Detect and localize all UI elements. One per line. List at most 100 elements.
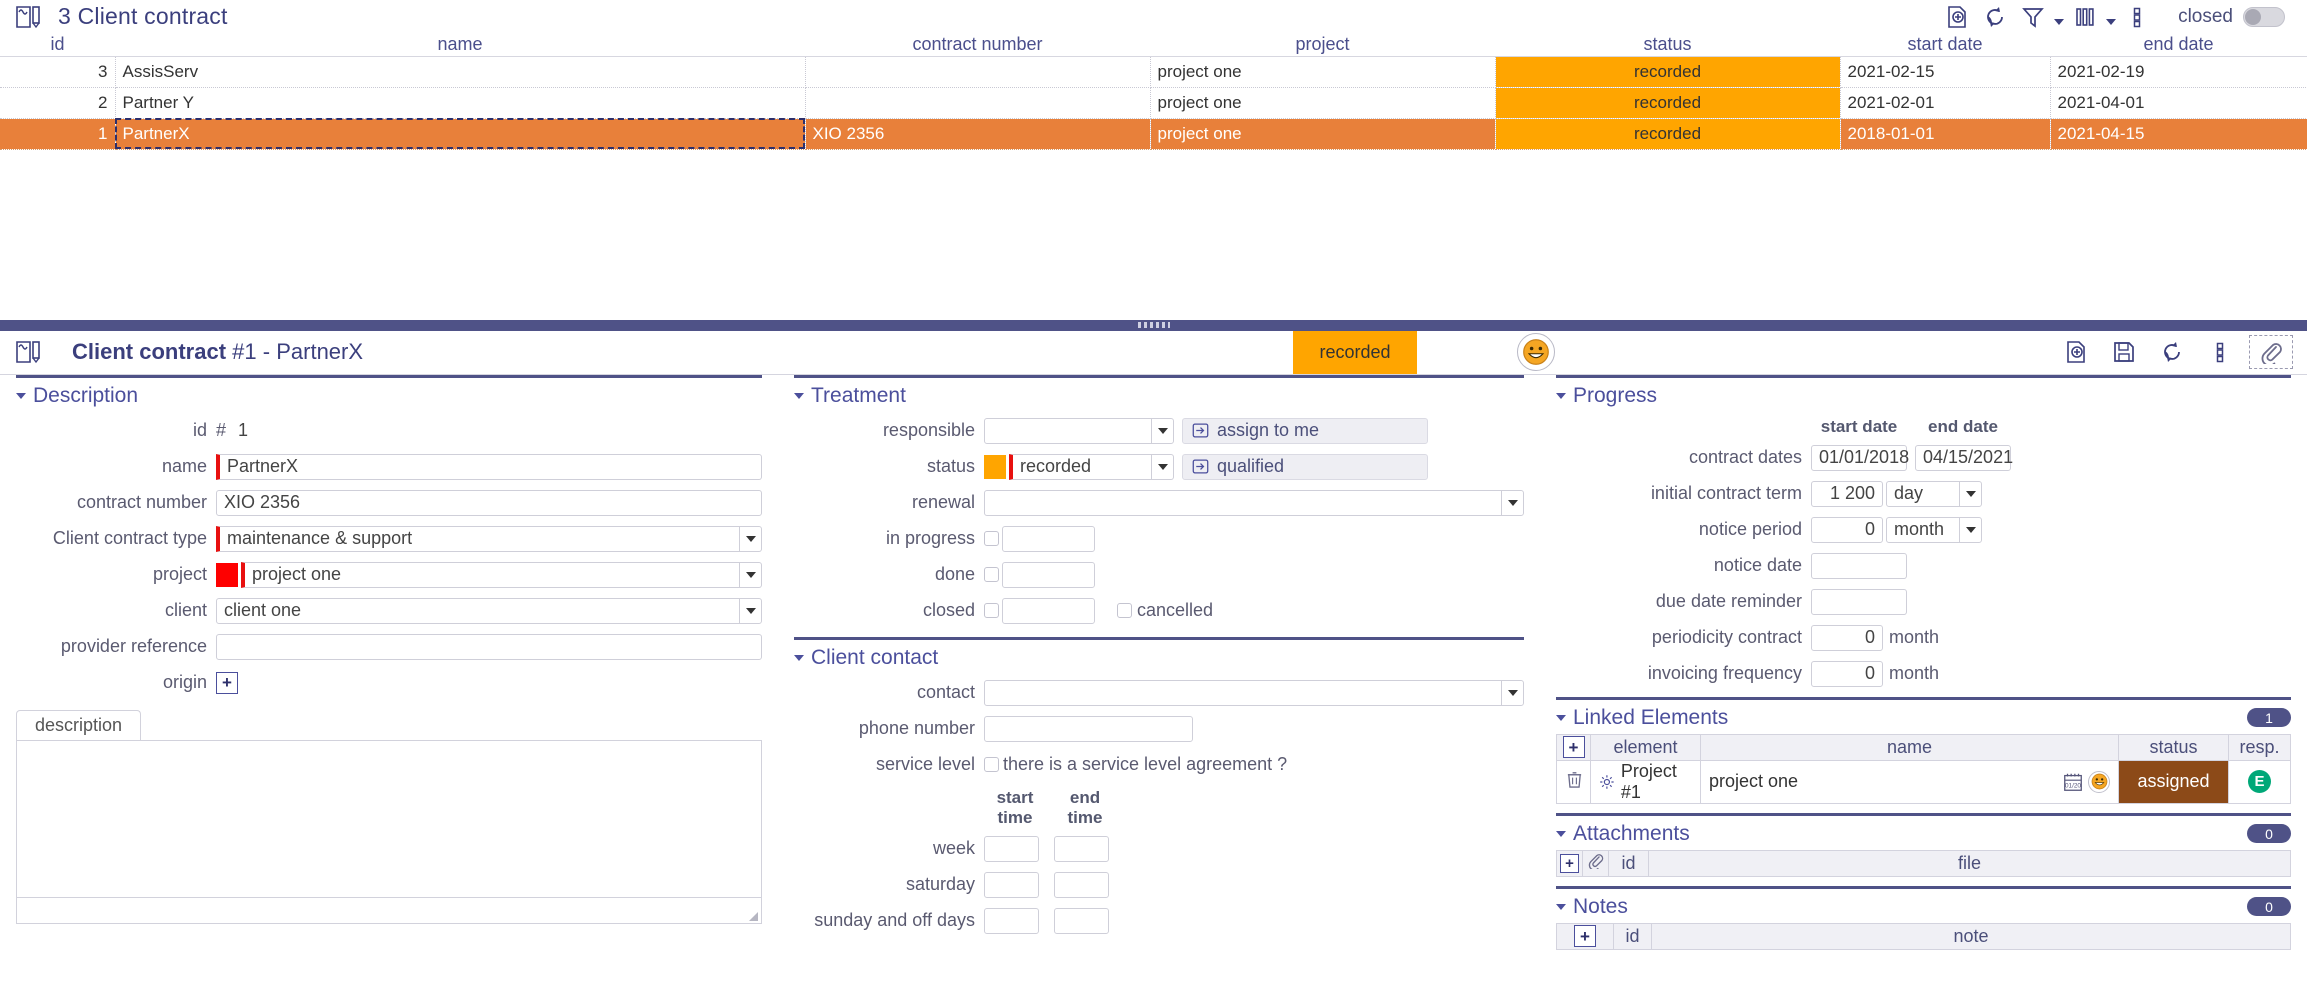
saturday-start-input[interactable] [984,872,1039,898]
due-date-reminder-input[interactable] [1811,589,1907,615]
field-phone-number: phone number [794,716,1524,742]
sunday-end-input[interactable] [1054,908,1109,934]
panel-splitter[interactable] [0,320,2307,331]
responsible-select[interactable] [984,418,1174,444]
chevron-down-icon[interactable] [739,563,761,587]
notice-period-input[interactable]: 0 [1811,517,1883,543]
add-attachment-plus[interactable]: + [1560,854,1579,873]
contract-end-date-input[interactable]: 04/15/2021 [1915,445,2011,471]
more-options-icon[interactable] [2118,2,2156,32]
refresh-icon[interactable] [1976,2,2014,32]
splitter-grip[interactable] [1138,322,1170,328]
col-header-contract-number[interactable]: contract number [805,33,1150,56]
cancelled-checkbox[interactable] [1117,603,1132,618]
initial-term-unit-select[interactable]: day [1886,481,1982,507]
chevron-down-icon[interactable] [1501,681,1523,705]
tab-description[interactable]: description [16,710,141,740]
sunday-start-input[interactable] [984,908,1039,934]
link-attachment-button[interactable] [1583,850,1609,876]
table-row[interactable]: Project #1 project one 01/20 [1557,760,2291,803]
col-header-end-date[interactable]: end date [2050,33,2307,56]
collapse-chevron-icon[interactable] [1556,393,1566,399]
provider-reference-input[interactable] [216,634,762,660]
chevron-down-icon[interactable] [1151,455,1173,479]
add-attachment-button[interactable]: + [1557,850,1583,876]
chevron-down-icon[interactable] [1501,491,1523,515]
in-progress-checkbox[interactable] [984,531,999,546]
columns-icon[interactable] [2066,2,2104,32]
save-icon[interactable] [2105,337,2143,367]
delete-linked-element-button[interactable] [1557,760,1591,803]
notice-period-unit-select[interactable]: month [1886,517,1982,543]
table-row[interactable]: 3 AssisServ project one recorded 2021-02… [0,56,2307,87]
col-header-id[interactable]: id [0,33,115,56]
resize-grip-icon[interactable] [749,912,758,921]
add-note-button[interactable]: + [1557,923,1614,949]
project-select[interactable]: project one [241,562,762,588]
paperclip-icon[interactable] [2249,335,2293,369]
add-linked-element-plus[interactable]: + [1563,736,1585,758]
closed-checkbox[interactable] [984,603,999,618]
week-end-input[interactable] [1054,836,1109,862]
phone-input[interactable] [984,716,1193,742]
notice-date-input[interactable] [1811,553,1907,579]
cell-name[interactable]: PartnerX [115,118,805,149]
closed-filter-label: closed [2178,6,2233,28]
closed-input[interactable] [1002,598,1095,624]
description-textarea[interactable] [16,740,762,898]
smiley-happy-icon[interactable] [1517,333,1555,371]
initial-term-input[interactable]: 1 200 [1811,481,1883,507]
refresh-icon[interactable] [2153,337,2191,367]
collapse-chevron-icon[interactable] [794,393,804,399]
collapse-chevron-icon[interactable] [16,393,26,399]
name-input[interactable]: PartnerX [216,454,762,480]
contract-number-input[interactable]: XIO 2356 [216,490,762,516]
col-header-start-date[interactable]: start date [1840,33,2050,56]
contract-start-date-input[interactable]: 01/01/2018 [1811,445,1907,471]
col-header-name[interactable]: name [115,33,805,56]
saturday-end-input[interactable] [1054,872,1109,898]
periodicity-input[interactable]: 0 [1811,625,1883,651]
qualified-label: qualified [1217,456,1284,477]
week-start-input[interactable] [984,836,1039,862]
collapse-chevron-icon[interactable] [794,655,804,661]
status-select[interactable]: recorded [1009,454,1174,480]
chevron-down-icon[interactable] [739,599,761,623]
collapse-chevron-icon[interactable] [1556,904,1566,910]
smiley-happy-icon[interactable] [2088,771,2110,793]
new-record-icon[interactable] [2057,337,2095,367]
invoicing-input[interactable]: 0 [1811,661,1883,687]
origin-add-button[interactable]: + [216,672,238,694]
col-header-status[interactable]: status [1495,33,1840,56]
table-row-selected[interactable]: 1 PartnerX XIO 2356 project one recorded… [0,118,2307,149]
done-input[interactable] [1002,562,1095,588]
new-record-icon[interactable] [1938,2,1976,32]
assign-to-me-button[interactable]: assign to me [1182,418,1428,444]
chevron-down-icon[interactable] [1959,518,1981,542]
collapse-chevron-icon[interactable] [1556,715,1566,721]
cell-status: recorded [1495,118,1840,149]
more-options-icon[interactable] [2201,337,2239,367]
client-select[interactable]: client one [216,598,762,624]
qualified-button[interactable]: qualified [1182,454,1428,480]
add-note-plus[interactable]: + [1574,925,1596,947]
columns-chevron-down-icon[interactable] [2104,2,2118,32]
renewal-select[interactable] [984,490,1524,516]
field-week-hours: week [794,836,1524,862]
chevron-down-icon[interactable] [1959,482,1981,506]
in-progress-input[interactable] [1002,526,1095,552]
col-header-project[interactable]: project [1150,33,1495,56]
table-row[interactable]: 2 Partner Y project one recorded 2021-02… [0,87,2307,118]
linked-elements-add-button[interactable]: + [1557,734,1591,760]
filter-icon[interactable] [2014,2,2052,32]
closed-filter-toggle[interactable] [2243,7,2285,27]
detail-status-badge[interactable]: recorded [1293,330,1417,374]
chevron-down-icon[interactable] [1151,419,1173,443]
filter-chevron-down-icon[interactable] [2052,2,2066,32]
contract-type-select[interactable]: maintenance & support [216,526,762,552]
done-checkbox[interactable] [984,567,999,582]
collapse-chevron-icon[interactable] [1556,831,1566,837]
chevron-down-icon[interactable] [739,527,761,551]
contact-select[interactable] [984,680,1524,706]
sla-checkbox[interactable] [984,757,999,772]
